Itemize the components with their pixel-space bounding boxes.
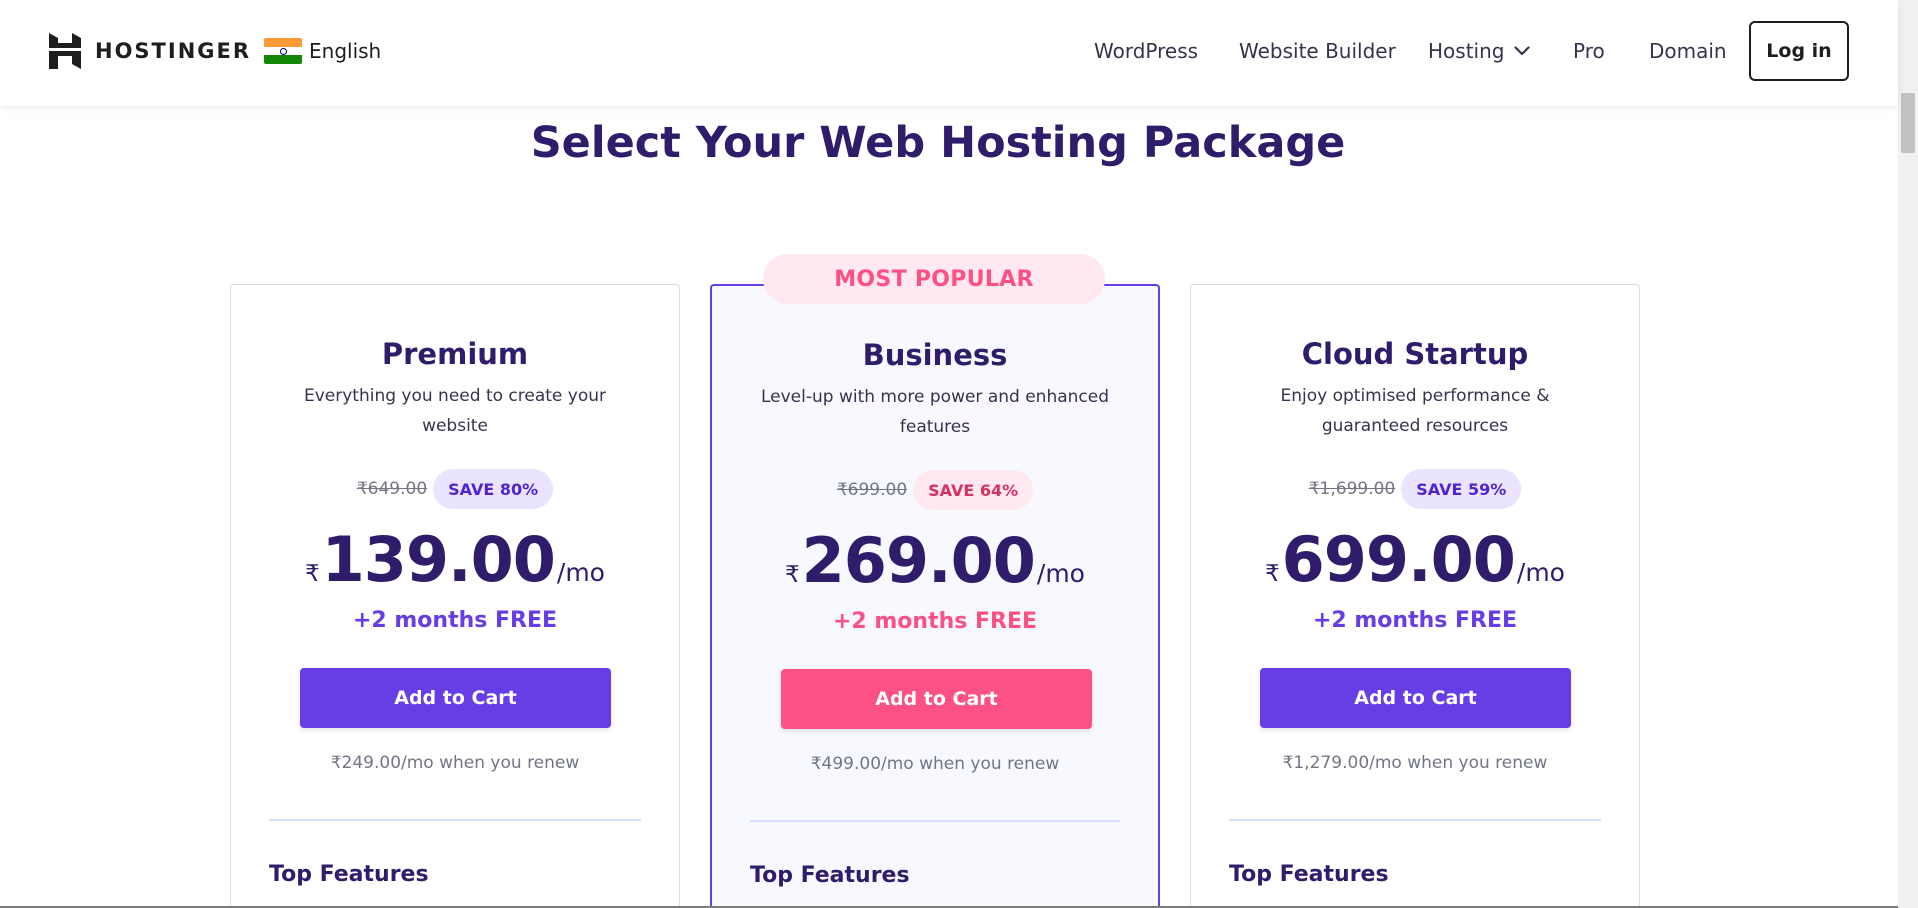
nav-hosting[interactable]: Hosting: [1428, 36, 1531, 66]
scrollbar-thumb[interactable]: [1901, 93, 1915, 153]
renewal-price: ₹499.00/mo when you renew: [810, 754, 1060, 774]
discount-row: ₹1,699.00 SAVE 59%: [1191, 469, 1639, 509]
nav-pro[interactable]: Pro: [1573, 36, 1605, 66]
top-navigation-bar: HOSTINGER English WordPress Website Buil…: [0, 0, 1898, 106]
plan-card-premium: Premium Everything you need to create yo…: [230, 284, 680, 908]
save-badge: SAVE 59%: [1401, 469, 1522, 509]
plan-name: Cloud Startup: [1301, 337, 1529, 371]
nav-website-builder[interactable]: Website Builder: [1239, 36, 1396, 66]
top-features-heading: Top Features: [1229, 862, 1389, 887]
original-price: ₹1,699.00: [1308, 479, 1396, 499]
nav-domain[interactable]: Domain: [1649, 36, 1727, 66]
original-price: ₹649.00: [356, 479, 428, 499]
card-divider: [750, 820, 1120, 822]
price-amount: 699.00: [1281, 523, 1516, 596]
nav-wordpress[interactable]: WordPress: [1094, 36, 1198, 66]
card-divider: [1229, 819, 1601, 821]
plan-name: Business: [862, 338, 1008, 372]
price-period: /mo: [1516, 558, 1565, 587]
free-months-offer: +2 months FREE: [832, 609, 1038, 634]
save-badge: SAVE 64%: [913, 470, 1034, 510]
currency-symbol: ₹: [1265, 561, 1280, 587]
discount-row: ₹649.00 SAVE 80%: [231, 469, 679, 509]
renewal-price: ₹1,279.00/mo when you renew: [1282, 753, 1548, 773]
save-badge: SAVE 80%: [433, 469, 554, 509]
price-period: /mo: [556, 558, 605, 587]
currency-symbol: ₹: [305, 561, 320, 587]
plan-description: Level-up with more power and enhanced fe…: [760, 387, 1110, 437]
current-price: ₹ 699.00 /mo: [1191, 523, 1639, 596]
vertical-scrollbar[interactable]: [1898, 0, 1918, 908]
login-button[interactable]: Log in: [1749, 21, 1849, 81]
chevron-down-icon: [1514, 45, 1531, 55]
currency-symbol: ₹: [785, 562, 800, 588]
top-features-heading: Top Features: [269, 862, 429, 887]
plan-description: Enjoy optimised performance & guaranteed…: [1280, 386, 1550, 436]
plan-description: Everything you need to create your websi…: [303, 386, 607, 436]
plan-card-business: Business Level-up with more power and en…: [710, 284, 1160, 908]
renewal-price: ₹249.00/mo when you renew: [330, 753, 580, 773]
free-months-offer: +2 months FREE: [352, 608, 558, 633]
discount-row: ₹699.00 SAVE 64%: [712, 470, 1158, 510]
page-title: Select Your Web Hosting Package: [530, 118, 1346, 168]
free-months-offer: +2 months FREE: [1312, 608, 1518, 633]
plan-name: Premium: [381, 337, 529, 371]
price-period: /mo: [1036, 559, 1085, 588]
add-to-cart-button[interactable]: Add to Cart: [300, 668, 611, 728]
price-amount: 139.00: [321, 523, 556, 596]
card-divider: [269, 819, 641, 821]
add-to-cart-button[interactable]: Add to Cart: [1260, 668, 1571, 728]
current-price: ₹ 139.00 /mo: [231, 523, 679, 596]
most-popular-badge: MOST POPULAR: [763, 254, 1105, 304]
nav-hosting-label: Hosting: [1428, 39, 1505, 63]
plan-card-cloud-startup: Cloud Startup Enjoy optimised performanc…: [1190, 284, 1640, 908]
top-features-heading: Top Features: [750, 863, 910, 888]
add-to-cart-button[interactable]: Add to Cart: [781, 669, 1092, 729]
main-nav: WordPress Website Builder Hosting Pro Do…: [0, 36, 1898, 68]
current-price: ₹ 269.00 /mo: [712, 524, 1158, 597]
original-price: ₹699.00: [836, 480, 908, 500]
price-amount: 269.00: [801, 524, 1036, 597]
